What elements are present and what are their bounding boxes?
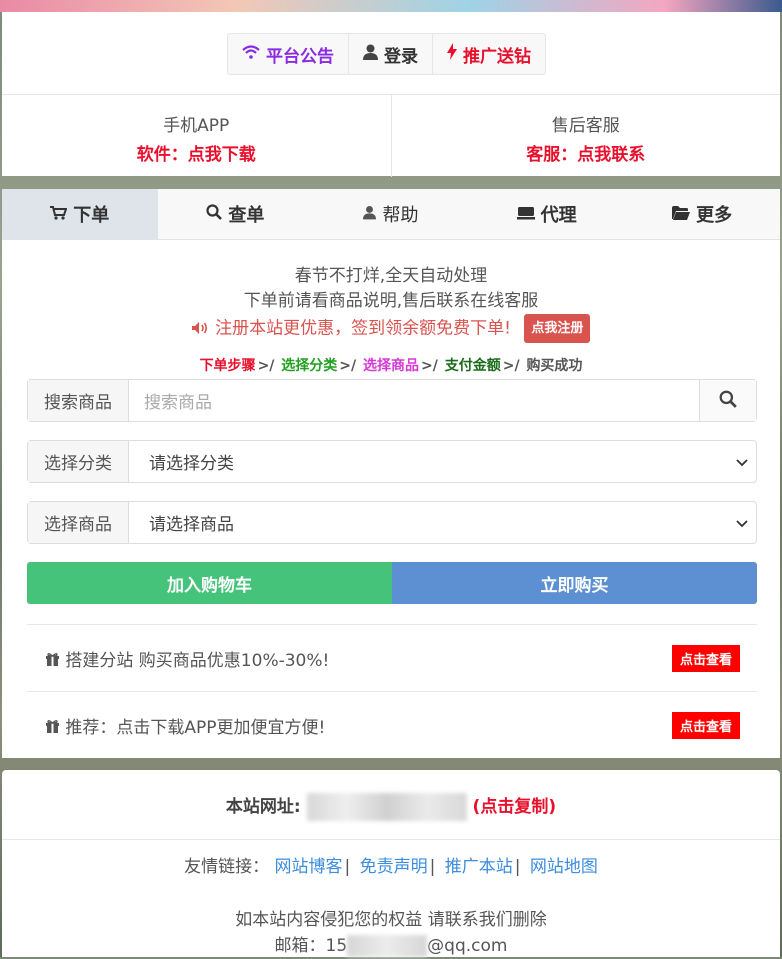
notice-line-1: 春节不打烊,全天自动处理 [294, 266, 488, 286]
site-url-label: 本站网址: [225, 797, 301, 817]
wifi-icon [242, 44, 260, 64]
link-disclaimer[interactable]: 免责声明 [360, 857, 428, 877]
action-buttons: 加入购物车 立即购买 [27, 562, 757, 604]
search-row: 搜索商品 搜索商品 [27, 379, 757, 422]
email-suffix: @qq.com [427, 936, 508, 956]
background-banner [0, 0, 782, 12]
tab-more-label: 更多 [696, 205, 733, 226]
site-url-row: 本站网址: (点击复制) [2, 792, 780, 821]
register-promo-text: 注册本站更优惠，签到领余额免费下单! [215, 318, 511, 339]
link-sitemap[interactable]: 网站地图 [530, 857, 598, 877]
customer-service-block: 售后客服 客服：点我联系 [392, 95, 781, 177]
buy-now-button[interactable]: 立即购买 [392, 562, 757, 604]
category-label: 选择分类 [28, 441, 129, 482]
search-label: 搜索商品 [28, 380, 129, 421]
service-contact-link[interactable]: 客服：点我联系 [392, 140, 781, 165]
email-row: 邮箱：15 @qq.com [2, 933, 780, 959]
cart-icon [50, 205, 68, 224]
promo-text: 推荐：点击下载APP更加便宜方便! [27, 713, 325, 738]
product-label: 选择商品 [28, 502, 129, 543]
promo-text-label: 推荐：点击下载APP更加便宜方便! [65, 717, 326, 738]
search-input[interactable]: 搜索商品 [129, 380, 699, 421]
gift-icon [45, 718, 65, 738]
tab-query[interactable]: 查单 [158, 189, 314, 239]
email-prefix: 15 [325, 936, 348, 956]
promote-label: 推广送钻 [463, 46, 531, 67]
login-button[interactable]: 登录 [349, 34, 433, 74]
step-5: 购买成功 [526, 358, 583, 374]
order-steps: 下单步骤 >/ 选择分类 >/ 选择商品 >/ 支付金额 >/ 购买成功 [199, 358, 583, 374]
category-row: 选择分类 请选择分类 [27, 440, 757, 483]
category-value: 请选择分类 [149, 454, 234, 474]
search-icon [719, 390, 737, 412]
notice-line-3: 注册本站更优惠，签到领余额免费下单! 点我注册 [2, 314, 780, 343]
tab-agent-label: 代理 [540, 205, 577, 226]
product-select[interactable]: 请选择商品 [129, 502, 756, 543]
user-icon [363, 205, 377, 224]
promo-substation: 搭建分站 购买商品优惠10%-30%! 点击查看 [27, 624, 757, 691]
register-button[interactable]: 点我注册 [524, 314, 591, 343]
category-select[interactable]: 请选择分类 [129, 441, 756, 482]
announcement-button[interactable]: 平台公告 [228, 34, 349, 74]
promo-text: 搭建分站 购买商品优惠10%-30%! [27, 646, 329, 671]
app-download-link[interactable]: 软件：点我下载 [2, 140, 391, 165]
friend-links: 友情链接： 网站博客 | 免责声明 | 推广本站 | 网站地图 [2, 839, 780, 877]
order-panel: 下单 查单 帮助 代理 更多 春节不打烊,全天自动处理 下单前请看商品说明,售后… [2, 189, 780, 758]
tab-help-label: 帮助 [382, 205, 419, 226]
gift-icon [45, 651, 65, 671]
tab-query-label: 查单 [228, 205, 265, 226]
add-to-cart-button[interactable]: 加入购物车 [27, 562, 392, 604]
link-promote[interactable]: 推广本站 [445, 857, 513, 877]
product-row: 选择商品 请选择商品 [27, 501, 757, 544]
step-4: 支付金额 [444, 358, 501, 374]
login-label: 登录 [384, 46, 418, 67]
step-1: 下单步骤 [199, 358, 256, 374]
email-label: 邮箱： [274, 936, 326, 956]
app-download-block: 手机APP 软件：点我下载 [2, 95, 392, 177]
footer: 本站网址: (点击复制) 友情链接： 网站博客 | 免责声明 | 推广本站 | 网站地… [2, 770, 780, 957]
tab-agent[interactable]: 代理 [469, 189, 625, 239]
tab-bar: 下单 查单 帮助 代理 更多 [2, 189, 780, 240]
step-2: 选择分类 [281, 358, 338, 374]
links-label: 友情链接： [184, 857, 270, 877]
tab-help[interactable]: 帮助 [313, 189, 469, 239]
chevron-down-icon [736, 514, 748, 534]
tab-more[interactable]: 更多 [624, 189, 780, 239]
keyboard-icon [516, 205, 535, 224]
link-blog[interactable]: 网站博客 [274, 857, 342, 877]
promo-text-label: 搭建分站 购买商品优惠10%-30%! [65, 650, 330, 671]
top-panel: 平台公告 登录 推广送钻 手机APP 软件：点我下载 售后客服 客服：点我联系 [2, 12, 780, 177]
product-value: 请选择商品 [149, 515, 234, 535]
contact-block: 如本站内容侵犯您的权益 请联系我们删除 邮箱：15 @qq.com [2, 907, 780, 959]
search-button[interactable] [699, 380, 756, 421]
announcement-label: 平台公告 [266, 46, 334, 67]
notice-block: 春节不打烊,全天自动处理 下单前请看商品说明,售后联系在线客服 注册本站更优惠，… [2, 264, 780, 343]
step-3: 选择商品 [363, 358, 419, 374]
site-url-redacted [306, 793, 467, 821]
bolt-icon [447, 43, 457, 65]
tab-order-label: 下单 [73, 205, 110, 226]
app-title: 手机APP [163, 116, 230, 136]
chevron-down-icon [736, 453, 748, 473]
tab-order[interactable]: 下单 [2, 189, 158, 239]
info-row: 手机APP 软件：点我下载 售后客服 客服：点我联系 [2, 94, 780, 177]
promo-app: 推荐：点击下载APP更加便宜方便! 点击查看 [27, 691, 757, 758]
copyright-notice: 如本站内容侵犯您的权益 请联系我们删除 [235, 910, 547, 930]
folder-icon [672, 205, 691, 224]
view-details-button[interactable]: 点击查看 [671, 711, 740, 739]
search-icon [206, 204, 223, 224]
promote-button[interactable]: 推广送钻 [433, 34, 545, 74]
user-icon [363, 44, 378, 65]
header-button-group: 平台公告 登录 推广送钻 [227, 33, 546, 75]
view-details-button[interactable]: 点击查看 [671, 644, 740, 672]
notice-line-2: 下单前请看商品说明,售后联系在线客服 [243, 291, 539, 311]
copy-url-button[interactable]: (点击复制) [473, 797, 557, 817]
speaker-icon [191, 319, 215, 339]
email-redacted [347, 935, 428, 957]
service-title: 售后客服 [551, 116, 620, 136]
